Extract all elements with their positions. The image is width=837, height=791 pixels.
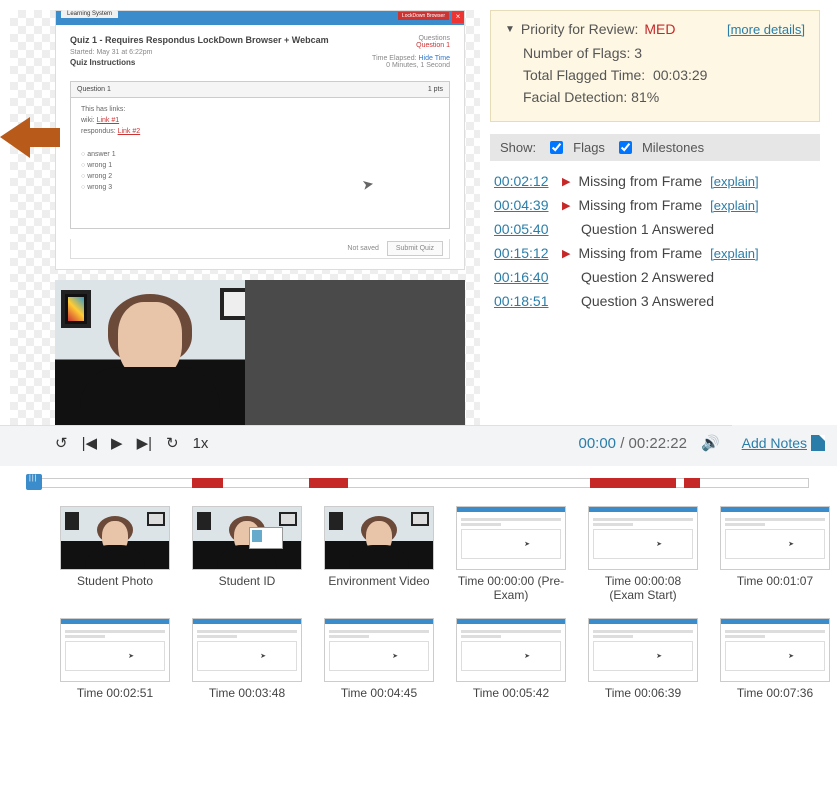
flag-icon: ▶ [562, 199, 570, 212]
questions-side-label: Questions [372, 35, 450, 42]
flagged-time: 00:03:29 [653, 67, 708, 83]
timeline-flag-segment [309, 478, 348, 488]
thumbnail[interactable]: ➤Time 00:04:45 [324, 618, 434, 716]
priority-label: Priority for Review: [521, 21, 638, 37]
priority-level: MED [644, 21, 675, 37]
event-description: Missing from Frame [578, 197, 702, 213]
explain-link[interactable]: [explain] [710, 246, 758, 261]
thumbnail-label: Time 00:03:48 [192, 686, 302, 716]
event-row: 00:18:51 Question 3 Answered [494, 289, 816, 313]
event-description: Question 3 Answered [581, 293, 714, 309]
quiz-instructions-heading: Quiz Instructions [70, 58, 329, 67]
collapse-icon[interactable]: ▼ [505, 24, 515, 35]
event-row: 00:02:12 ▶ Missing from Frame [explain] [494, 169, 816, 193]
answer-option: wrong 2 [81, 173, 439, 180]
questions-side-link: Question 1 [416, 42, 450, 49]
answer-option: wrong 1 [81, 162, 439, 169]
thumbnail[interactable]: ➤Time 00:07:36 [720, 618, 830, 716]
thumbnail-label: Environment Video [324, 574, 434, 604]
duration: 00:22:22 [629, 435, 687, 452]
priority-review-panel: ▼ Priority for Review: MED [more details… [490, 10, 820, 122]
question-label: Question 1 [77, 86, 111, 93]
event-description: Missing from Frame [578, 245, 702, 261]
thumbnail[interactable]: ➤Time 00:02:51 [60, 618, 170, 716]
quiz-started: Started: May 31 at 6:22pm [70, 49, 329, 56]
thumbnail-label: Time 00:05:42 [456, 686, 566, 716]
lockdown-badge: LockDown Browser [398, 12, 449, 20]
replay-back-icon[interactable]: ↺ [55, 434, 68, 452]
quiz-title: Quiz 1 - Requires Respondus LockDown Bro… [70, 35, 329, 45]
thumbnail-label: Student ID [192, 574, 302, 604]
thumbnail[interactable]: ➤Time 00:06:39 [588, 618, 698, 716]
close-icon: × [452, 11, 464, 23]
answer-option: answer 1 [81, 151, 439, 158]
flag-icon: ▶ [562, 175, 570, 188]
timeline-scrubber[interactable] [28, 472, 809, 494]
replay-fwd-icon[interactable]: ↻ [166, 434, 179, 452]
thumbnail-label: Time 00:00:08 (Exam Start) [588, 574, 698, 604]
event-timestamp[interactable]: 00:04:39 [494, 197, 554, 213]
skip-prev-icon[interactable]: |◀ [82, 434, 97, 452]
webcam-panel [55, 280, 480, 425]
thumbnail-label: Time 00:01:07 [720, 574, 830, 604]
show-filter-bar: Show: Flags Milestones [490, 134, 820, 161]
thumbnail-label: Time 00:00:00 (Pre-Exam) [456, 574, 566, 604]
thumbnail[interactable]: ➤Time 00:05:42 [456, 618, 566, 716]
milestones-checkbox[interactable] [619, 141, 632, 154]
timeline-flag-segment [192, 478, 223, 488]
event-row: 00:04:39 ▶ Missing from Frame [explain] [494, 193, 816, 217]
explain-link[interactable]: [explain] [710, 198, 758, 213]
thumbnail-label: Student Photo [60, 574, 170, 604]
event-description: Missing from Frame [578, 173, 702, 189]
submit-quiz-button: Submit Quiz [387, 241, 443, 256]
more-details-link[interactable]: [more details] [727, 22, 805, 37]
thumbnail-label: Time 00:04:45 [324, 686, 434, 716]
event-row: 00:05:40 Question 1 Answered [494, 217, 816, 241]
milestones-checkbox-label: Milestones [642, 140, 704, 155]
timeline-flag-segment [684, 478, 700, 488]
volume-icon[interactable]: 🔊 [701, 434, 720, 452]
event-list: 00:02:12▶Missing from Frame[explain]00:0… [490, 161, 820, 321]
skip-next-icon[interactable]: ▶| [137, 434, 152, 452]
thumbnail[interactable]: Student ID [192, 506, 302, 604]
add-notes-link[interactable]: Add Notes [742, 435, 825, 451]
note-icon [811, 435, 825, 451]
thumbnail[interactable]: ➤Time 00:01:07 [720, 506, 830, 604]
event-timestamp[interactable]: 00:18:51 [494, 293, 554, 309]
thumbnail[interactable]: Environment Video [324, 506, 434, 604]
event-description: Question 1 Answered [581, 221, 714, 237]
show-label: Show: [500, 140, 536, 155]
exam-screen-capture: Learning System LockDown Browser × Quiz … [55, 10, 465, 270]
timeline-handle[interactable] [26, 474, 42, 490]
question-points: 1 pts [428, 86, 443, 93]
event-timestamp[interactable]: 00:15:12 [494, 245, 554, 261]
pointer-arrow-icon [0, 115, 60, 163]
event-description: Question 2 Answered [581, 269, 714, 285]
thumbnail-label: Time 00:06:39 [588, 686, 698, 716]
thumbnail[interactable]: ➤Time 00:00:08 (Exam Start) [588, 506, 698, 604]
thumbnail[interactable]: ➤Time 00:03:48 [192, 618, 302, 716]
thumbnail-label: Time 00:07:36 [720, 686, 830, 716]
thumbnail[interactable]: Student Photo [60, 506, 170, 604]
event-row: 00:16:40 Question 2 Answered [494, 265, 816, 289]
event-timestamp[interactable]: 00:16:40 [494, 269, 554, 285]
playback-speed[interactable]: 1x [193, 435, 209, 452]
thumbnail-label: Time 00:02:51 [60, 686, 170, 716]
explain-link[interactable]: [explain] [710, 174, 758, 189]
event-timestamp[interactable]: 00:05:40 [494, 221, 554, 237]
facial-detection-pct: 81% [631, 89, 659, 105]
flag-count: 3 [634, 45, 642, 61]
current-time: 00:00 [578, 435, 616, 452]
browser-tab: Learning System [61, 10, 118, 18]
flag-icon: ▶ [562, 247, 570, 260]
timeline-flag-segment [590, 478, 676, 488]
event-row: 00:15:12 ▶ Missing from Frame [explain] [494, 241, 816, 265]
answer-option: wrong 3 [81, 184, 439, 191]
flags-checkbox[interactable] [550, 141, 563, 154]
event-timestamp[interactable]: 00:02:12 [494, 173, 554, 189]
thumbnail[interactable]: ➤Time 00:00:00 (Pre-Exam) [456, 506, 566, 604]
flags-checkbox-label: Flags [573, 140, 605, 155]
play-icon[interactable]: ▶ [111, 434, 123, 452]
